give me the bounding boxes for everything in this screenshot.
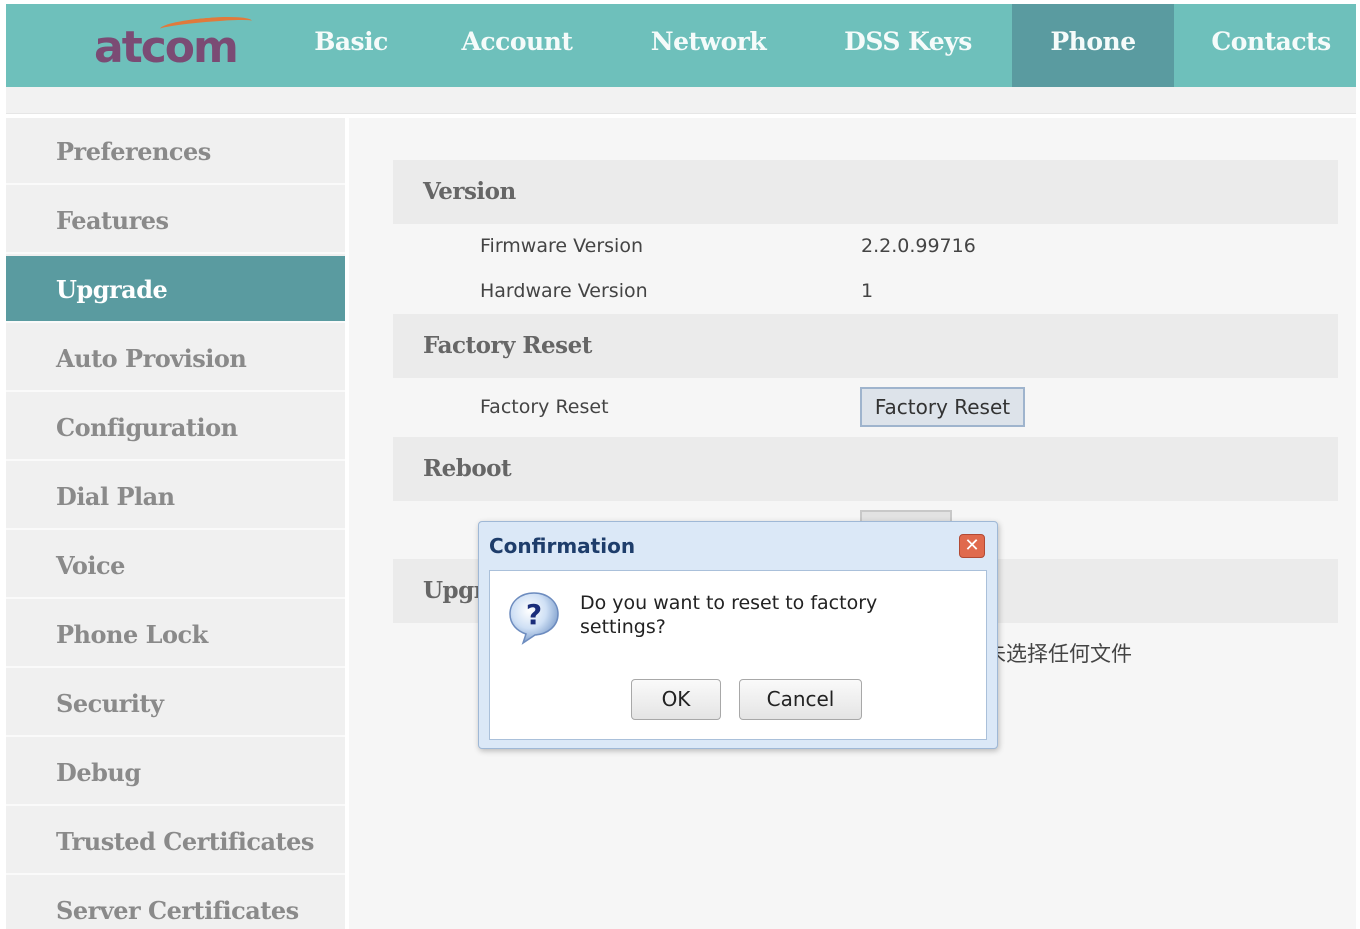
sidebar-item-security[interactable]: Security: [6, 670, 345, 737]
sidebar-item-configuration[interactable]: Configuration: [6, 394, 345, 461]
svg-text:?: ?: [526, 598, 542, 631]
tab-basic[interactable]: Basic: [296, 4, 406, 87]
file-status-text: 未选择任何文件: [985, 642, 1132, 666]
header-strip: [6, 87, 1356, 114]
dialog-message: Do you want to reset to factory settings…: [580, 592, 878, 638]
section-factory-reset-title: Factory Reset: [393, 314, 1338, 378]
close-icon[interactable]: ✕: [959, 534, 985, 558]
tab-phone[interactable]: Phone: [1012, 4, 1174, 87]
hardware-version-value: 1: [861, 280, 874, 302]
firmware-version-label: Firmware Version: [480, 235, 643, 257]
dialog-title: Confirmation: [489, 534, 636, 558]
tab-network[interactable]: Network: [636, 4, 781, 87]
sidebar-item-upgrade[interactable]: Upgrade: [6, 256, 345, 323]
confirmation-dialog: Confirmation ✕ ? Do you want to reset to…: [478, 521, 998, 749]
sidebar-item-trusted-certificates[interactable]: Trusted Certificates: [6, 808, 345, 875]
top-nav-bar: atcom Basic Account Network DSS Keys Pho…: [6, 4, 1356, 87]
cancel-button[interactable]: Cancel: [739, 679, 862, 720]
sidebar-item-auto-provision[interactable]: Auto Provision: [6, 325, 345, 392]
firmware-version-value: 2.2.0.99716: [861, 235, 976, 257]
sidebar-item-server-certificates[interactable]: Server Certificates: [6, 877, 345, 929]
atcom-logo: atcom: [90, 14, 260, 76]
dialog-body: ? Do you want to reset to factory settin…: [489, 570, 987, 740]
sidebar-item-features[interactable]: Features: [6, 187, 345, 254]
section-version-title: Version: [393, 160, 1338, 224]
logo-text: atcom: [94, 22, 239, 73]
tab-account[interactable]: Account: [452, 4, 582, 87]
hardware-version-label: Hardware Version: [480, 280, 648, 302]
sidebar-item-voice[interactable]: Voice: [6, 532, 345, 599]
tab-contacts[interactable]: Contacts: [1202, 4, 1340, 87]
section-reboot-title: Reboot: [393, 437, 1338, 501]
sidebar-item-preferences[interactable]: Preferences: [6, 118, 345, 185]
question-icon: ?: [506, 589, 562, 645]
factory-reset-button[interactable]: Factory Reset: [860, 387, 1025, 427]
tab-dss-keys[interactable]: DSS Keys: [828, 4, 988, 87]
sidebar-item-dial-plan[interactable]: Dial Plan: [6, 463, 345, 530]
factory-reset-label: Factory Reset: [480, 396, 609, 418]
sidebar-item-debug[interactable]: Debug: [6, 739, 345, 806]
ok-button[interactable]: OK: [631, 679, 721, 720]
sidebar-item-phone-lock[interactable]: Phone Lock: [6, 601, 345, 668]
sidebar: Preferences Features Upgrade Auto Provis…: [6, 118, 345, 929]
